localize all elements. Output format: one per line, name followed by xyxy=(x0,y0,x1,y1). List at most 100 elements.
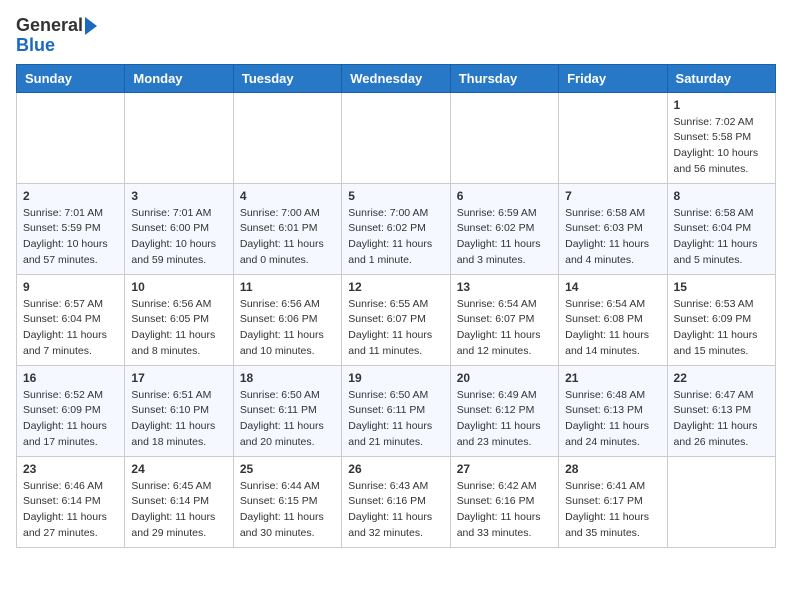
day-info-14: Sunrise: 6:54 AM Sunset: 6:08 PM Dayligh… xyxy=(565,297,660,360)
day-info-16: Sunrise: 6:52 AM Sunset: 6:09 PM Dayligh… xyxy=(23,388,118,451)
day-cell-10: 10 Sunrise: 6:56 AM Sunset: 6:05 PM Dayli… xyxy=(125,274,233,365)
day-number-18: 18 xyxy=(240,371,335,385)
empty-cell xyxy=(125,92,233,183)
day-number-3: 3 xyxy=(131,189,226,203)
empty-cell xyxy=(667,456,775,547)
day-number-14: 14 xyxy=(565,280,660,294)
empty-cell xyxy=(559,92,667,183)
day-info-15: Sunrise: 6:53 AM Sunset: 6:09 PM Dayligh… xyxy=(674,297,769,360)
day-info-26: Sunrise: 6:43 AM Sunset: 6:16 PM Dayligh… xyxy=(348,479,443,542)
day-number-12: 12 xyxy=(348,280,443,294)
week-row-3: 9 Sunrise: 6:57 AM Sunset: 6:04 PM Daylig… xyxy=(17,274,776,365)
day-number-8: 8 xyxy=(674,189,769,203)
day-info-10: Sunrise: 6:56 AM Sunset: 6:05 PM Dayligh… xyxy=(131,297,226,360)
day-number-27: 27 xyxy=(457,462,552,476)
day-cell-1: 1 Sunrise: 7:02 AM Sunset: 5:58 PM Daylig… xyxy=(667,92,775,183)
day-cell-17: 17Sunrise: 6:51 AM Sunset: 6:10 PM Dayli… xyxy=(125,365,233,456)
header-thursday: Thursday xyxy=(450,64,558,92)
header-tuesday: Tuesday xyxy=(233,64,341,92)
day-cell-5: 5 Sunrise: 7:00 AM Sunset: 6:02 PM Daylig… xyxy=(342,183,450,274)
day-cell-12: 12Sunrise: 6:55 AM Sunset: 6:07 PM Dayli… xyxy=(342,274,450,365)
day-number-6: 6 xyxy=(457,189,552,203)
week-row-1: 1 Sunrise: 7:02 AM Sunset: 5:58 PM Daylig… xyxy=(17,92,776,183)
day-info-1: Sunrise: 7:02 AM Sunset: 5:58 PM Dayligh… xyxy=(674,115,769,178)
day-cell-28: 28 Sunrise: 6:41 AM Sunset: 6:17 PM Dayli… xyxy=(559,456,667,547)
day-cell-9: 9 Sunrise: 6:57 AM Sunset: 6:04 PM Daylig… xyxy=(17,274,125,365)
logo-arrow-icon xyxy=(85,17,103,35)
day-cell-8: 8 Sunrise: 6:58 AM Sunset: 6:04 PM Daylig… xyxy=(667,183,775,274)
day-number-28: 28 xyxy=(565,462,660,476)
day-info-9: Sunrise: 6:57 AM Sunset: 6:04 PM Dayligh… xyxy=(23,297,118,360)
day-info-6: Sunrise: 6:59 AM Sunset: 6:02 PM Dayligh… xyxy=(457,206,552,269)
day-number-11: 11 xyxy=(240,280,335,294)
day-info-5: Sunrise: 7:00 AM Sunset: 6:02 PM Dayligh… xyxy=(348,206,443,269)
day-info-4: Sunrise: 7:00 AM Sunset: 6:01 PM Dayligh… xyxy=(240,206,335,269)
day-cell-27: 27 Sunrise: 6:42 AM Sunset: 6:16 PM Dayli… xyxy=(450,456,558,547)
weekday-header-row: SundayMondayTuesdayWednesdayThursdayFrid… xyxy=(17,64,776,92)
day-number-25: 25 xyxy=(240,462,335,476)
logo-blue: Blue xyxy=(16,36,103,56)
day-cell-14: 14 Sunrise: 6:54 AM Sunset: 6:08 PM Dayli… xyxy=(559,274,667,365)
day-number-7: 7 xyxy=(565,189,660,203)
day-cell-23: 23 Sunrise: 6:46 AM Sunset: 6:14 PM Dayli… xyxy=(17,456,125,547)
empty-cell xyxy=(342,92,450,183)
logo-general: General xyxy=(16,16,83,36)
day-cell-24: 24 Sunrise: 6:45 AM Sunset: 6:14 PM Dayli… xyxy=(125,456,233,547)
day-info-25: Sunrise: 6:44 AM Sunset: 6:15 PM Dayligh… xyxy=(240,479,335,542)
day-info-8: Sunrise: 6:58 AM Sunset: 6:04 PM Dayligh… xyxy=(674,206,769,269)
day-info-23: Sunrise: 6:46 AM Sunset: 6:14 PM Dayligh… xyxy=(23,479,118,542)
day-cell-25: 25 Sunrise: 6:44 AM Sunset: 6:15 PM Dayli… xyxy=(233,456,341,547)
day-info-21: Sunrise: 6:48 AM Sunset: 6:13 PM Dayligh… xyxy=(565,388,660,451)
day-info-22: Sunrise: 6:47 AM Sunset: 6:13 PM Dayligh… xyxy=(674,388,769,451)
day-cell-21: 21 Sunrise: 6:48 AM Sunset: 6:13 PM Dayli… xyxy=(559,365,667,456)
day-number-1: 1 xyxy=(674,98,769,112)
day-cell-20: 20Sunrise: 6:49 AM Sunset: 6:12 PM Dayli… xyxy=(450,365,558,456)
day-info-3: Sunrise: 7:01 AM Sunset: 6:00 PM Dayligh… xyxy=(131,206,226,269)
header-sunday: Sunday xyxy=(17,64,125,92)
day-info-19: Sunrise: 6:50 AM Sunset: 6:11 PM Dayligh… xyxy=(348,388,443,451)
day-info-27: Sunrise: 6:42 AM Sunset: 6:16 PM Dayligh… xyxy=(457,479,552,542)
day-number-10: 10 xyxy=(131,280,226,294)
empty-cell xyxy=(17,92,125,183)
week-row-4: 16 Sunrise: 6:52 AM Sunset: 6:09 PM Dayli… xyxy=(17,365,776,456)
day-number-23: 23 xyxy=(23,462,118,476)
header-monday: Monday xyxy=(125,64,233,92)
week-row-5: 23 Sunrise: 6:46 AM Sunset: 6:14 PM Dayli… xyxy=(17,456,776,547)
logo: General Blue xyxy=(16,16,103,56)
empty-cell xyxy=(233,92,341,183)
day-info-28: Sunrise: 6:41 AM Sunset: 6:17 PM Dayligh… xyxy=(565,479,660,542)
day-cell-3: 3 Sunrise: 7:01 AM Sunset: 6:00 PM Daylig… xyxy=(125,183,233,274)
header-friday: Friday xyxy=(559,64,667,92)
day-cell-2: 2 Sunrise: 7:01 AM Sunset: 5:59 PM Daylig… xyxy=(17,183,125,274)
day-number-4: 4 xyxy=(240,189,335,203)
day-number-15: 15 xyxy=(674,280,769,294)
day-number-26: 26 xyxy=(348,462,443,476)
day-number-13: 13 xyxy=(457,280,552,294)
day-info-2: Sunrise: 7:01 AM Sunset: 5:59 PM Dayligh… xyxy=(23,206,118,269)
day-info-18: Sunrise: 6:50 AM Sunset: 6:11 PM Dayligh… xyxy=(240,388,335,451)
day-cell-22: 22Sunrise: 6:47 AM Sunset: 6:13 PM Dayli… xyxy=(667,365,775,456)
page-header: General Blue xyxy=(16,16,776,56)
calendar-table: SundayMondayTuesdayWednesdayThursdayFrid… xyxy=(16,64,776,548)
day-cell-13: 13 Sunrise: 6:54 AM Sunset: 6:07 PM Dayli… xyxy=(450,274,558,365)
day-info-11: Sunrise: 6:56 AM Sunset: 6:06 PM Dayligh… xyxy=(240,297,335,360)
day-number-20: 20 xyxy=(457,371,552,385)
day-cell-16: 16 Sunrise: 6:52 AM Sunset: 6:09 PM Dayli… xyxy=(17,365,125,456)
day-number-2: 2 xyxy=(23,189,118,203)
day-info-24: Sunrise: 6:45 AM Sunset: 6:14 PM Dayligh… xyxy=(131,479,226,542)
day-cell-6: 6 Sunrise: 6:59 AM Sunset: 6:02 PM Daylig… xyxy=(450,183,558,274)
day-info-13: Sunrise: 6:54 AM Sunset: 6:07 PM Dayligh… xyxy=(457,297,552,360)
day-number-16: 16 xyxy=(23,371,118,385)
day-cell-18: 18 Sunrise: 6:50 AM Sunset: 6:11 PM Dayli… xyxy=(233,365,341,456)
week-row-2: 2 Sunrise: 7:01 AM Sunset: 5:59 PM Daylig… xyxy=(17,183,776,274)
day-info-17: Sunrise: 6:51 AM Sunset: 6:10 PM Dayligh… xyxy=(131,388,226,451)
day-number-21: 21 xyxy=(565,371,660,385)
day-cell-7: 7 Sunrise: 6:58 AM Sunset: 6:03 PM Daylig… xyxy=(559,183,667,274)
day-number-9: 9 xyxy=(23,280,118,294)
header-wednesday: Wednesday xyxy=(342,64,450,92)
header-saturday: Saturday xyxy=(667,64,775,92)
day-number-5: 5 xyxy=(348,189,443,203)
day-cell-15: 15 Sunrise: 6:53 AM Sunset: 6:09 PM Dayli… xyxy=(667,274,775,365)
day-info-7: Sunrise: 6:58 AM Sunset: 6:03 PM Dayligh… xyxy=(565,206,660,269)
day-number-24: 24 xyxy=(131,462,226,476)
